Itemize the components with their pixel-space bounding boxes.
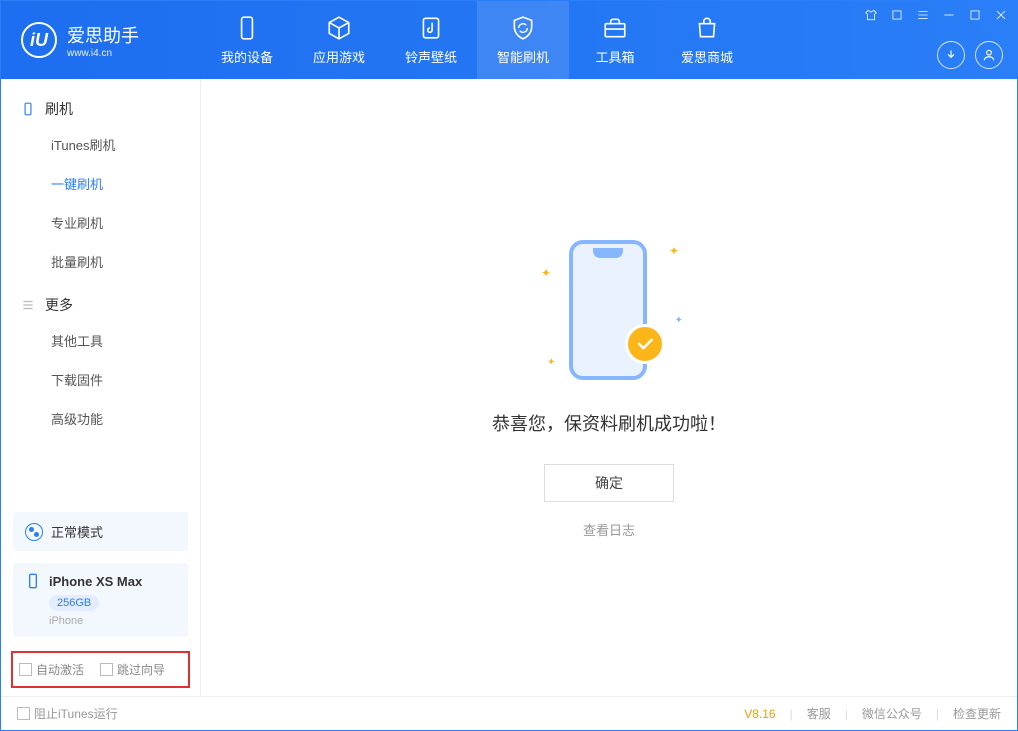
nav-label: 爱思商城 [681,47,733,66]
sidebar: 刷机 iTunes刷机 一键刷机 专业刷机 批量刷机 更多 其他工具 下载固件 … [1,79,201,696]
section-title: 更多 [45,295,73,315]
success-illustration: ✦ ✦ ✦ ✦ [539,236,679,386]
sidebar-item-pro-flash[interactable]: 专业刷机 [1,203,200,242]
device-card[interactable]: iPhone XS Max 256GB iPhone [13,563,188,637]
footer-link-support[interactable]: 客服 [807,705,831,722]
success-message: 恭喜您，保资料刷机成功啦！ [492,410,726,436]
footer-link-update[interactable]: 检查更新 [953,705,1001,722]
main-content: ✦ ✦ ✦ ✦ 恭喜您，保资料刷机成功啦！ 确定 查看日志 [201,79,1017,696]
device-icon [234,15,260,41]
checkbox-icon [19,663,32,676]
minimize-button[interactable] [941,7,957,23]
sidebar-item-oneclick-flash[interactable]: 一键刷机 [1,164,200,203]
separator: | [790,707,793,721]
separator: | [936,707,939,721]
checkbox-label: 自动激活 [36,661,84,678]
mode-icon [25,523,43,541]
checkbox-icon [17,707,30,720]
sparkle-icon: ✦ [547,357,555,368]
section-header-flash: 刷机 [1,93,200,125]
sidebar-section-more: 更多 其他工具 下载固件 高级功能 [1,289,200,438]
section-header-more: 更多 [1,289,200,321]
nav-label: 我的设备 [221,47,273,66]
shirt-icon[interactable] [863,7,879,23]
sparkle-icon: ✦ [541,266,551,280]
highlighted-options: 自动激活 跳过向导 [11,651,190,688]
footer: 阻止iTunes运行 V8.16 | 客服 | 微信公众号 | 检查更新 [1,696,1017,730]
checkbox-icon [100,663,113,676]
sidebar-item-batch-flash[interactable]: 批量刷机 [1,242,200,281]
sidebar-item-other-tools[interactable]: 其他工具 [1,321,200,360]
body: 刷机 iTunes刷机 一键刷机 专业刷机 批量刷机 更多 其他工具 下载固件 … [1,79,1017,696]
mode-indicator[interactable]: 正常模式 [13,512,188,551]
device-name: iPhone XS Max [49,574,142,589]
app-subtitle: www.i4.cn [67,48,139,59]
mode-label: 正常模式 [51,522,103,541]
checkbox-skip-wizard[interactable]: 跳过向导 [100,661,165,678]
header: iU 爱思助手 www.i4.cn 我的设备 应用游戏 铃声壁纸 智能刷机 工具… [1,1,1017,79]
sidebar-item-advanced[interactable]: 高级功能 [1,399,200,438]
sparkle-icon: ✦ [669,244,679,258]
check-badge-icon [625,324,665,364]
sidebar-item-download-firmware[interactable]: 下载固件 [1,360,200,399]
nav-label: 工具箱 [595,47,634,66]
footer-link-wechat[interactable]: 微信公众号 [862,705,922,722]
download-button[interactable] [937,41,965,69]
user-button[interactable] [975,41,1003,69]
nav-tab-apps[interactable]: 应用游戏 [293,1,385,79]
separator: | [845,707,848,721]
menu-icon[interactable] [915,7,931,23]
nav-label: 铃声壁纸 [405,47,457,66]
logo-icon: iU [21,22,57,58]
nav-tabs: 我的设备 应用游戏 铃声壁纸 智能刷机 工具箱 爱思商城 [201,1,753,79]
checkbox-auto-activate[interactable]: 自动激活 [19,661,84,678]
view-log-link[interactable]: 查看日志 [583,520,635,539]
device-storage-badge: 256GB [49,595,99,611]
section-title: 刷机 [45,99,73,119]
phone-device-icon [25,573,41,589]
device-type: iPhone [49,615,176,627]
nav-tab-ringtone[interactable]: 铃声壁纸 [385,1,477,79]
nav-tab-store[interactable]: 爱思商城 [661,1,753,79]
sidebar-section-flash: 刷机 iTunes刷机 一键刷机 专业刷机 批量刷机 [1,93,200,281]
nav-tab-device[interactable]: 我的设备 [201,1,293,79]
window-controls [863,7,1009,23]
checkbox-block-itunes[interactable]: 阻止iTunes运行 [17,705,118,722]
cube-icon [326,15,352,41]
nav-label: 智能刷机 [497,47,549,66]
music-icon [418,15,444,41]
phone-small-icon [21,102,35,116]
app-title: 爱思助手 [67,22,139,48]
list-icon [21,298,35,312]
cube-small-icon[interactable] [889,7,905,23]
checkbox-label: 跳过向导 [117,661,165,678]
logo-area: iU 爱思助手 www.i4.cn [1,22,201,59]
nav-label: 应用游戏 [313,47,365,66]
bag-icon [694,15,720,41]
nav-tab-flash[interactable]: 智能刷机 [477,1,569,79]
toolbox-icon [602,15,628,41]
close-button[interactable] [993,7,1009,23]
checkbox-label: 阻止iTunes运行 [34,705,118,722]
ok-button[interactable]: 确定 [544,464,674,502]
nav-tab-toolbox[interactable]: 工具箱 [569,1,661,79]
version-label: V8.16 [744,707,775,721]
sparkle-icon: ✦ [675,315,683,326]
footer-right: V8.16 | 客服 | 微信公众号 | 检查更新 [744,705,1001,722]
header-right-buttons [937,41,1003,69]
sidebar-item-itunes-flash[interactable]: iTunes刷机 [1,125,200,164]
maximize-button[interactable] [967,7,983,23]
shield-refresh-icon [510,15,536,41]
logo-text: 爱思助手 www.i4.cn [67,22,139,59]
